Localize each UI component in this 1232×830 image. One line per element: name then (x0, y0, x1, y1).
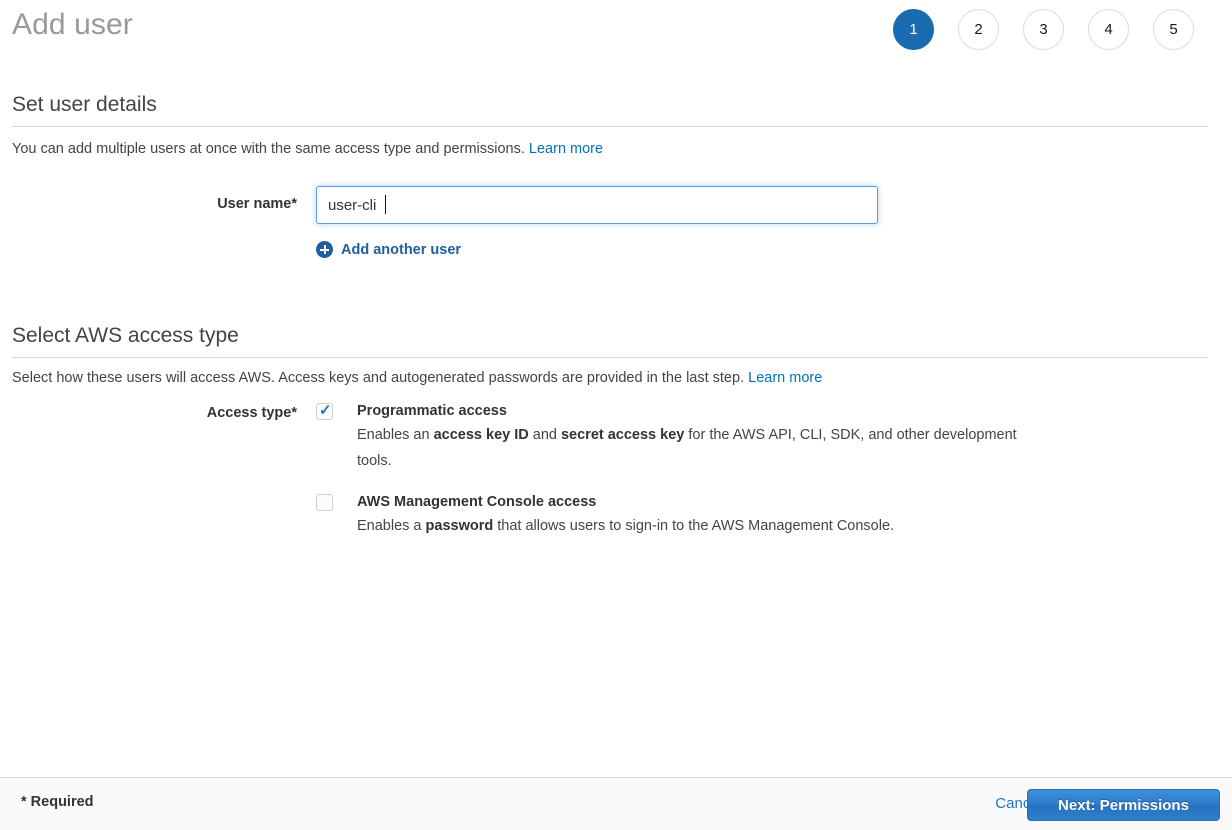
step-2[interactable]: 2 (958, 9, 999, 50)
check-icon: ✓ (319, 402, 332, 419)
desc-bold-1: access key ID (433, 427, 529, 443)
set-user-details-heading: Set user details (12, 93, 157, 116)
footer-bar: * Required Cancel Next: Permissions (0, 777, 1232, 830)
required-note: * Required (21, 794, 94, 810)
console-access-title: AWS Management Console access (357, 494, 597, 510)
select-access-type-heading: Select AWS access type (12, 324, 239, 347)
page-title: Add user (12, 8, 133, 41)
step-4-label: 4 (1104, 21, 1113, 38)
access-type-label: Access type* (206, 405, 297, 421)
user-details-description-text: You can add multiple users at once with … (12, 141, 525, 157)
desc-bold-2: secret access key (560, 427, 685, 443)
programmatic-access-description: Enables an access key ID and secret acce… (357, 422, 1017, 474)
console-desc-text-1: Enables a (357, 518, 426, 534)
step-2-label: 2 (974, 21, 983, 38)
step-indicator: 1 2 3 4 5 (893, 9, 1194, 50)
add-another-user-label: Add another user (341, 241, 462, 258)
console-desc-text-2: that allows users to sign-in to the AWS … (493, 518, 895, 534)
text-caret (385, 195, 386, 214)
desc-text-1: Enables an (357, 427, 434, 443)
user-details-divider (12, 126, 1208, 127)
username-input[interactable] (316, 186, 878, 224)
page-header: Add user 1 2 3 4 5 (0, 0, 1232, 62)
access-type-divider (12, 357, 1208, 358)
step-5[interactable]: 5 (1153, 9, 1194, 50)
access-type-learn-more-link[interactable]: Learn more (748, 370, 822, 386)
step-4[interactable]: 4 (1088, 9, 1129, 50)
user-details-description: You can add multiple users at once with … (12, 139, 603, 159)
step-3[interactable]: 3 (1023, 9, 1064, 50)
console-access-body: AWS Management Console access Enables a … (357, 492, 1057, 539)
username-label: User name* (217, 196, 297, 212)
step-1[interactable]: 1 (893, 9, 934, 50)
access-type-description-text: Select how these users will access AWS. … (12, 370, 745, 386)
access-type-description: Select how these users will access AWS. … (12, 368, 822, 388)
desc-text-2: and (528, 427, 561, 443)
step-1-label: 1 (909, 21, 918, 38)
programmatic-access-checkbox[interactable]: ✓ (316, 402, 333, 420)
console-access-description: Enables a password that allows users to … (357, 513, 1017, 539)
step-5-label: 5 (1169, 21, 1178, 38)
programmatic-access-title: Programmatic access (357, 403, 507, 419)
add-another-user-button[interactable]: Add another user (316, 241, 461, 258)
step-3-label: 3 (1039, 21, 1048, 38)
console-desc-bold-1: password (425, 518, 494, 534)
next-permissions-button[interactable]: Next: Permissions (1027, 789, 1220, 821)
user-details-learn-more-link[interactable]: Learn more (529, 141, 603, 157)
programmatic-access-body: Programmatic access Enables an access ke… (357, 401, 1057, 474)
plus-circle-icon (316, 241, 333, 258)
console-access-checkbox[interactable] (316, 494, 333, 511)
